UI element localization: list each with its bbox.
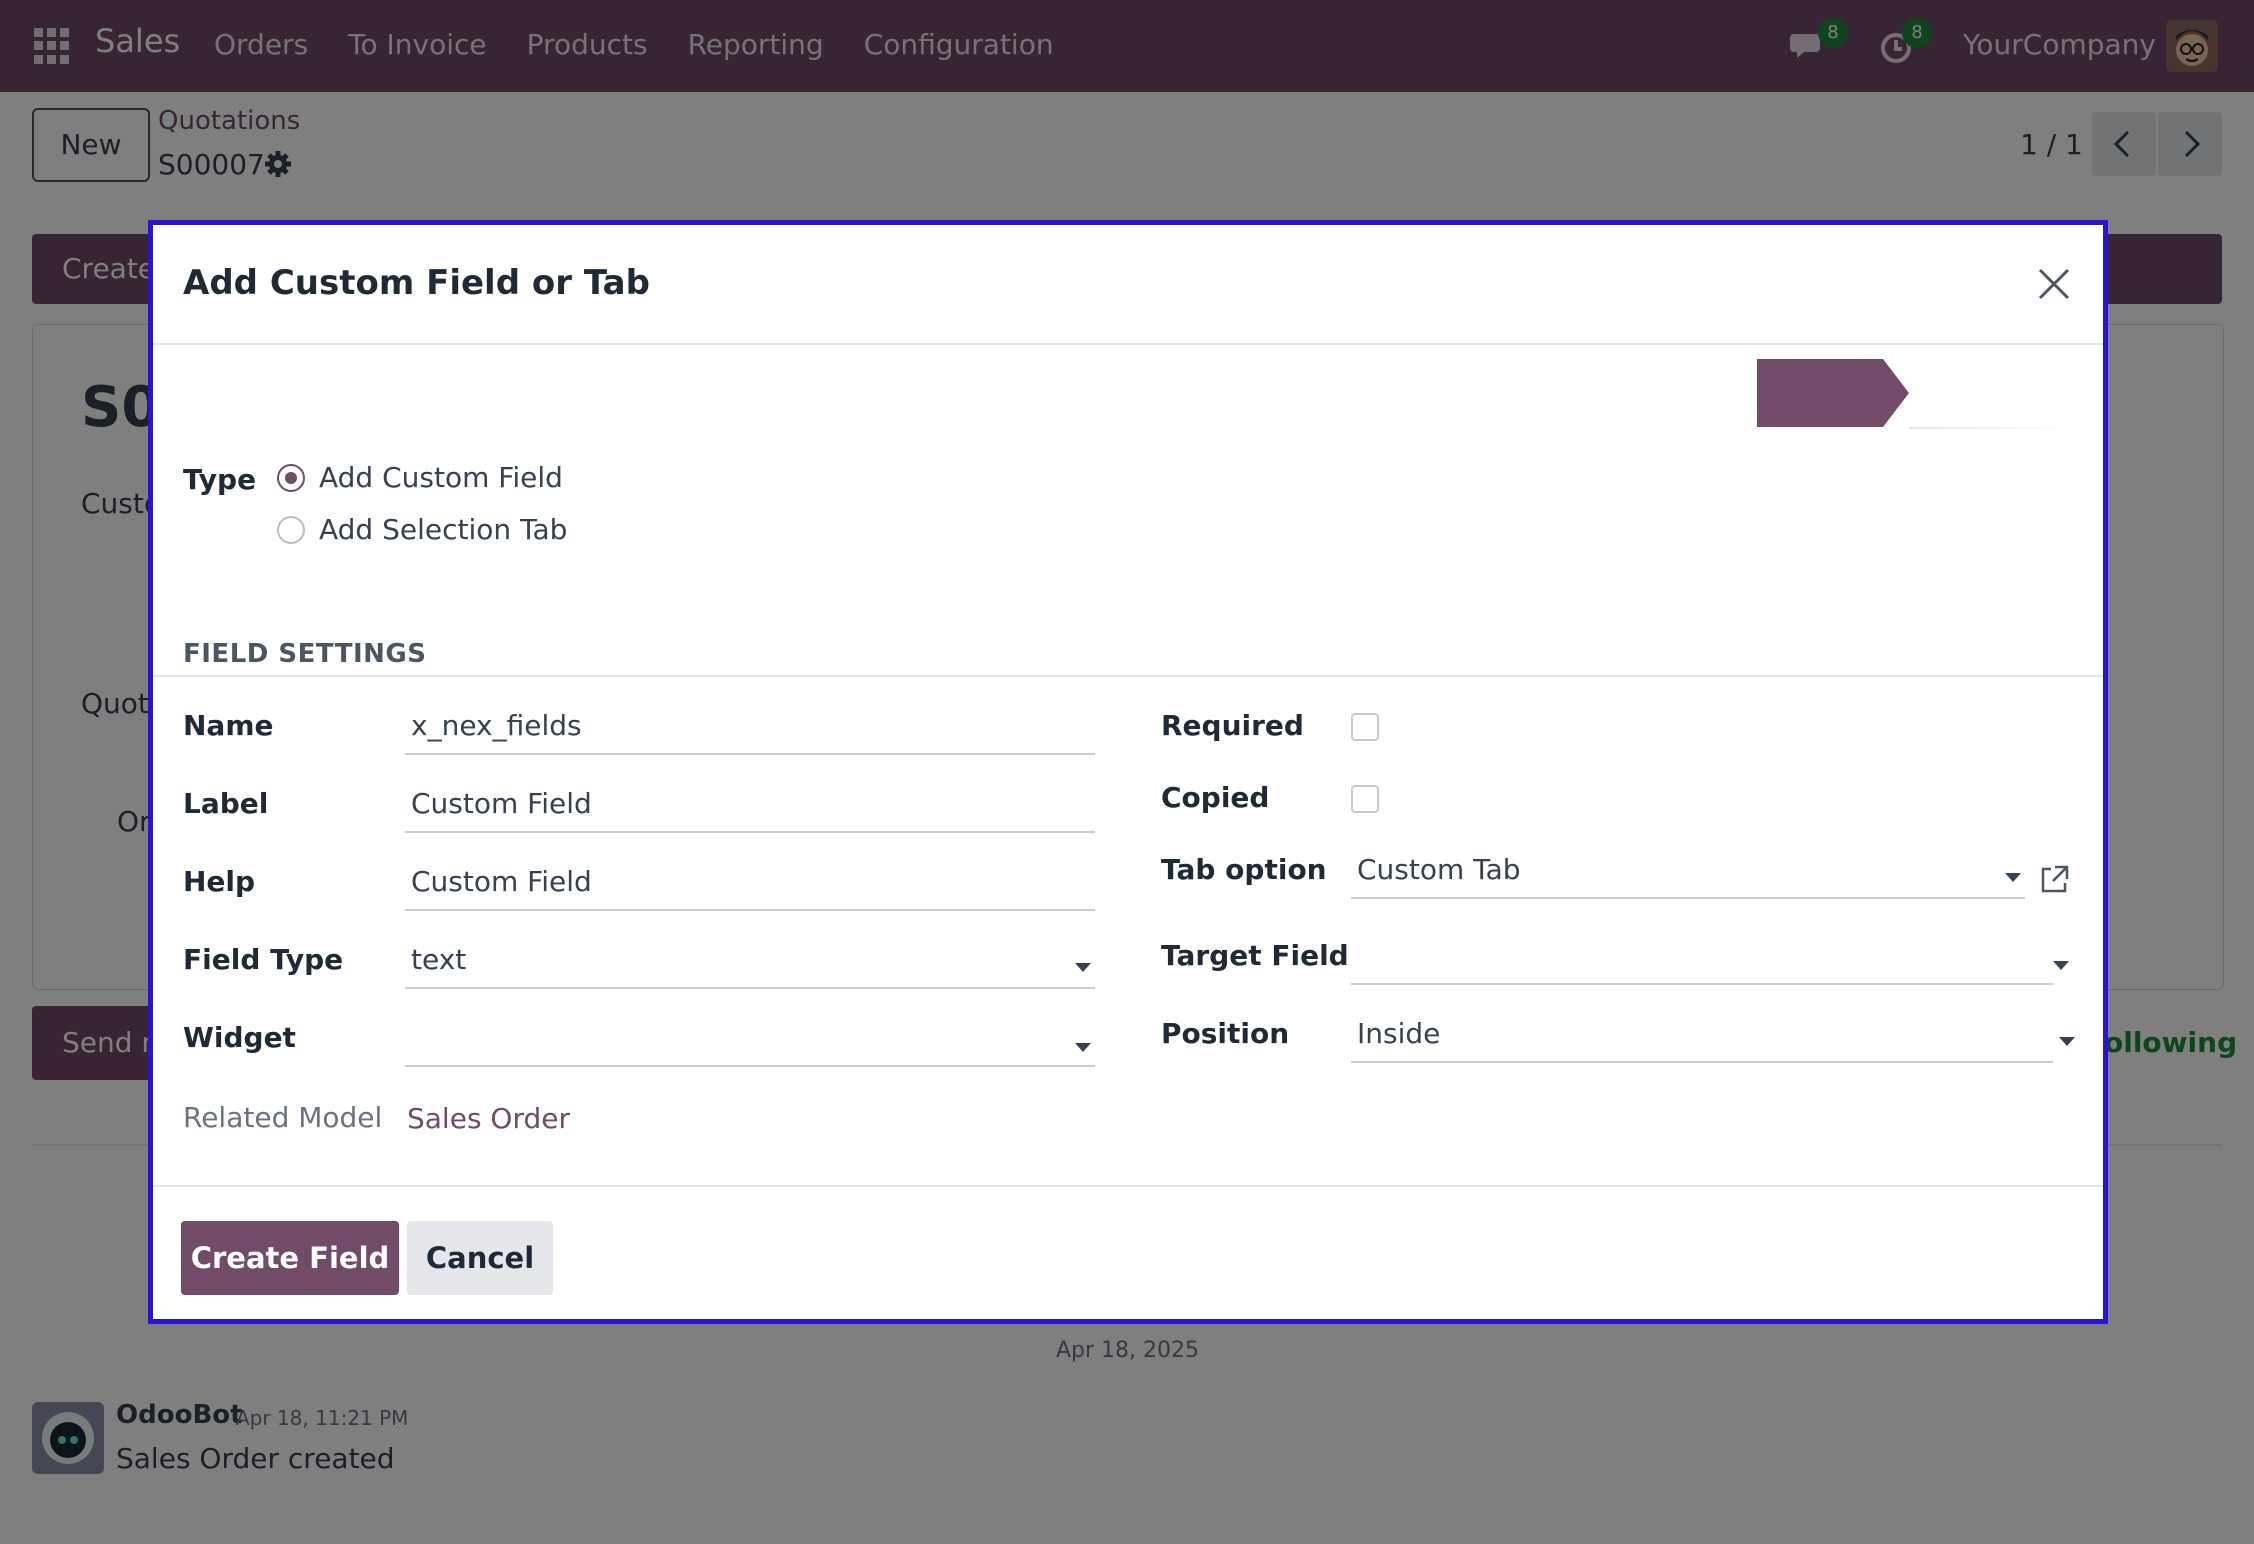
copied-label: Copied [1161,781,1270,814]
required-label: Required [1161,709,1304,742]
target-field-label: Target Field [1161,939,1349,972]
radio-add-custom-field-label[interactable]: Add Custom Field [319,461,563,494]
radio-checked-icon[interactable] [277,463,305,492]
radio-add-custom-field[interactable]: Add Custom Field [277,461,563,494]
chevron-down-icon[interactable] [2005,873,2021,882]
copied-checkbox[interactable] [1351,785,1379,813]
widget-label: Widget [183,1021,296,1054]
field-type-label: Field Type [183,943,344,976]
required-checkbox[interactable] [1351,713,1379,741]
chevron-down-icon[interactable] [1075,1043,1091,1052]
type-label: Type [183,463,257,496]
related-model-link[interactable]: Sales Order [407,1102,570,1135]
tab-option-label: Tab option [1161,853,1327,886]
add-custom-field-dialog: Add Custom Field or Tab Type Add Custom … [148,220,2108,1324]
dialog-title: Add Custom Field or Tab [183,263,650,303]
help-label: Help [183,865,256,898]
name-field[interactable]: x_nex_fields [405,701,1095,755]
chevron-down-icon[interactable] [2053,961,2069,970]
label-field[interactable]: Custom Field [405,779,1095,833]
label-label: Label [183,787,269,820]
target-field-select[interactable] [1351,931,2053,985]
dialog-header: Add Custom Field or Tab [153,225,2103,345]
help-field[interactable]: Custom Field [405,857,1095,911]
chevron-down-icon[interactable] [2059,1037,2075,1046]
status-ribbon-icon [1757,359,2075,429]
close-icon[interactable] [2035,265,2073,303]
radio-unchecked-icon[interactable] [277,515,305,544]
dialog-footer-divider [153,1185,2103,1187]
field-settings-heading: FIELD SETTINGS [183,639,427,669]
widget-select[interactable] [405,1013,1095,1067]
chevron-down-icon[interactable] [1075,963,1091,972]
cancel-button[interactable]: Cancel [407,1221,553,1295]
position-select[interactable]: Inside [1351,1009,2053,1063]
section-divider [153,675,2103,677]
create-field-button[interactable]: Create Field [181,1221,399,1295]
radio-add-selection-tab[interactable]: Add Selection Tab [277,513,567,546]
tab-option-select[interactable]: Custom Tab [1351,845,2025,899]
position-label: Position [1161,1017,1290,1050]
external-link-icon[interactable] [2037,863,2071,897]
radio-add-selection-tab-label[interactable]: Add Selection Tab [319,513,567,546]
related-model-label: Related Model [183,1101,383,1134]
name-label: Name [183,709,274,742]
field-type-select[interactable]: text [405,935,1095,989]
